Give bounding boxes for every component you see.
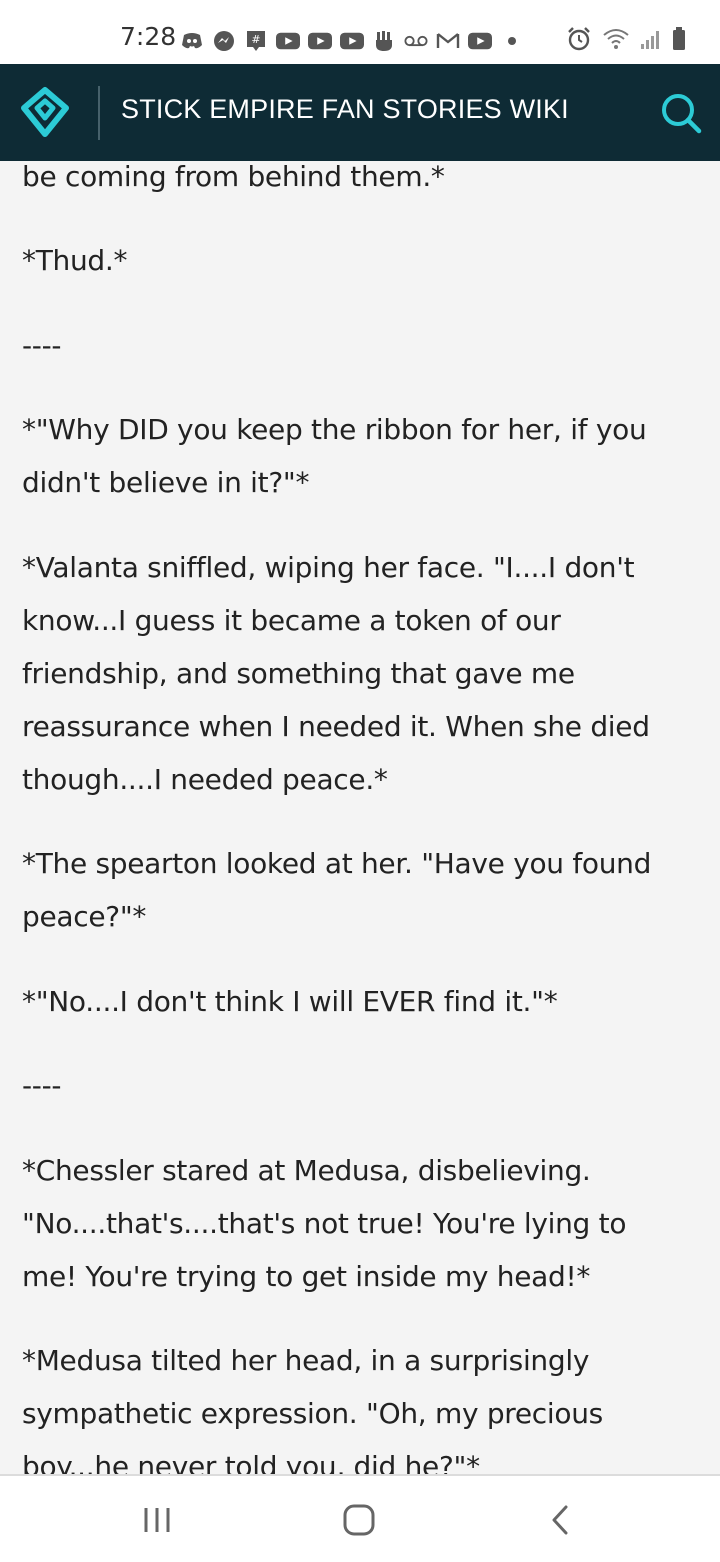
hand-icon — [372, 30, 396, 52]
messenger-icon — [212, 30, 236, 52]
article-content[interactable]: be coming from behind them.* *Thud.* ---… — [0, 161, 720, 1474]
voicemail-icon — [404, 30, 428, 52]
alarm-icon — [566, 26, 592, 56]
search-button[interactable] — [660, 92, 702, 134]
dot-icon — [500, 30, 524, 52]
svg-text:#: # — [251, 33, 260, 46]
status-time: 7:28 — [120, 22, 177, 51]
youtube-icon — [468, 30, 492, 52]
home-button[interactable] — [339, 1502, 379, 1538]
site-header: STICK EMPIRE FAN STORIES WIKI — [0, 64, 720, 161]
groupme-icon: # — [244, 30, 268, 52]
wifi-icon — [602, 27, 630, 55]
notification-icons: # — [180, 28, 524, 54]
paragraph: *"No....I don't think I will EVER find i… — [22, 985, 558, 1018]
battery-icon — [672, 27, 686, 55]
header-divider — [98, 86, 100, 140]
paragraph: be coming from behind them.* — [22, 161, 445, 193]
discord-icon — [180, 30, 204, 52]
system-icons — [566, 26, 686, 56]
section-separator: ---- — [22, 329, 62, 362]
youtube-icon — [308, 30, 332, 52]
paragraph: *Thud.* — [22, 244, 128, 277]
recent-apps-icon — [144, 1508, 170, 1532]
recent-apps-button[interactable] — [138, 1502, 178, 1538]
youtube-icon — [276, 30, 300, 52]
fandom-heart-logo-icon[interactable] — [20, 86, 70, 138]
back-icon — [552, 1505, 568, 1535]
youtube-icon — [340, 30, 364, 52]
signal-icon — [640, 28, 662, 54]
site-title[interactable]: STICK EMPIRE FAN STORIES WIKI — [121, 94, 569, 125]
gmail-icon — [436, 30, 460, 52]
paragraph: *"Why DID you keep the ribbon for her, i… — [22, 413, 647, 499]
paragraph: *The spearton looked at her. "Have you f… — [22, 847, 652, 933]
paragraph: *Medusa tilted her head, in a surprising… — [22, 1344, 603, 1474]
search-icon — [662, 94, 702, 134]
home-icon — [343, 1504, 375, 1536]
section-separator: ---- — [22, 1069, 62, 1102]
paragraph: *Valanta sniffled, wiping her face. "I..… — [22, 551, 650, 796]
status-bar: 7:28 # — [0, 0, 720, 64]
back-button[interactable] — [540, 1502, 580, 1538]
paragraph: *Chessler stared at Medusa, disbelieving… — [22, 1154, 627, 1293]
system-nav-bar — [0, 1474, 720, 1562]
